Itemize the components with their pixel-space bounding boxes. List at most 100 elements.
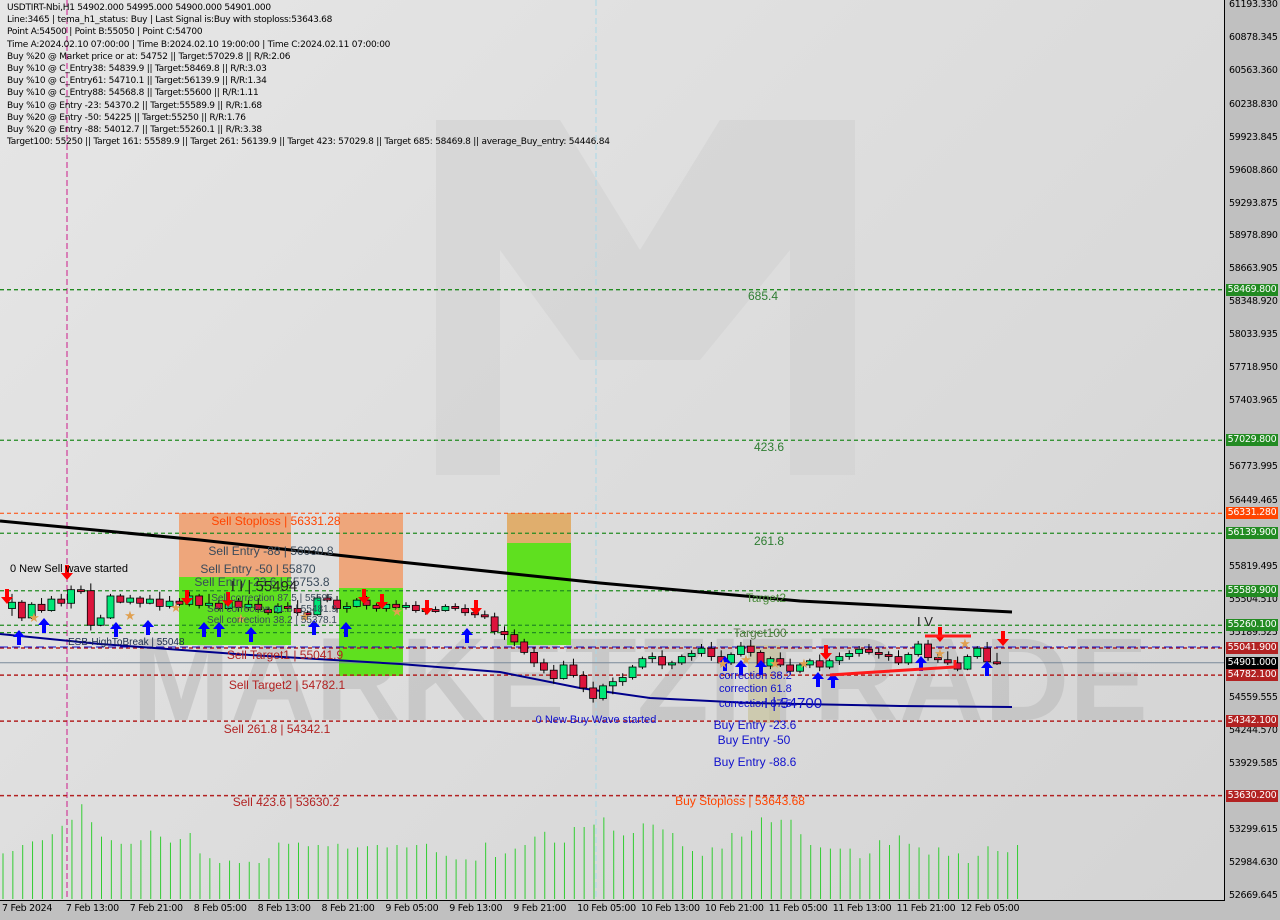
target2-label: Target2 [746,591,786,605]
info-line: Buy %20 @ Entry -88: 54012.7 || Target:5… [7,124,262,135]
candle-bear [894,656,903,664]
price-tag: 56139.900 [1226,527,1278,540]
candle-bull [96,617,105,626]
candle-bear [993,661,1001,665]
price-tick-label: 60238.830 [1229,98,1278,110]
candle-bull [47,598,56,611]
watermark-logo [436,120,855,475]
price-tag: 55589.900 [1226,584,1278,597]
candle-bear [195,595,204,606]
price-tick-label: 59923.845 [1229,131,1278,143]
price-tick-label: 58033.935 [1229,329,1278,341]
price-tick-label: 55819.495 [1229,560,1278,572]
star-icon: ★ [934,646,946,661]
buy-correction-618-label: correction 61.8 [719,683,792,695]
fib-label-261: 261.8 [754,534,784,548]
candle-bull [914,643,923,655]
time-tick-label: 9 Feb 05:00 [385,903,439,914]
sell-correction-875-label: Sell correction 87.5 | 55595 [211,593,333,604]
candle-bear [17,601,26,619]
sell-entry-88-label: Sell Entry -88 | 56030.8 [208,544,334,558]
candle-bear [136,597,144,604]
time-tick-label: 11 Feb 21:00 [896,903,956,914]
price-tag: 54342.100 [1226,715,1278,728]
buy-arrow-icon [110,622,122,637]
time-tick-label: 11 Feb 13:00 [832,903,892,914]
fib-label-423: 423.6 [754,440,784,454]
esb-label: ESB-HighToBreak | 55048 [68,637,185,648]
time-tick-label: 7 Feb 13:00 [65,903,119,914]
candle-bear [500,631,509,636]
time-axis[interactable]: 7 Feb 2024 7 Feb 13:00 7 Feb 21:00 8 Feb 05… [0,900,1224,920]
sell-zone-green [507,543,571,645]
price-tick-label: 60563.360 [1229,64,1278,76]
info-line: Target100: 55250 || Target 161: 55589.9 … [7,137,610,148]
new-buy-wave-label: 0 New Buy Wave started [536,714,657,726]
info-line: Buy %10 @ C_Entry38: 54839.9 || Target:5… [7,63,267,74]
candle-bull [648,656,657,660]
candle-bull [352,599,361,607]
star-icon: ★ [391,604,403,619]
info-line: Time A:2024.02.10 07:00:00 | Time B:2024… [7,39,391,50]
candle-bear [451,606,460,609]
price-tag: 58469.800 [1226,283,1278,296]
price-tag: 53630.200 [1226,789,1278,802]
sell-423-label: Sell 423.6 | 53630.2 [233,795,340,809]
info-panel: USDTIRT-Nbi,H1 54902.000 54995.000 54900… [7,2,610,148]
candle-bull [618,677,627,683]
candle-bull [342,606,351,609]
info-line: USDTIRT-Nbi,H1 54902.000 54995.000 54900… [7,3,271,13]
time-tick-label: 8 Feb 21:00 [321,903,375,914]
time-tick-label: 9 Feb 13:00 [449,903,503,914]
star-icon: ★ [170,600,182,615]
candle-bear [86,590,95,626]
buy-entry-23-label: Buy Entry -23.6 [714,718,797,732]
star-icon: ★ [124,608,136,623]
price-tag: 55260.100 [1226,619,1278,632]
time-tick-label: 12 Feb 05:00 [960,903,1020,914]
candle-bull [67,589,75,604]
candle-bull [145,598,154,604]
price-tick-label: 61193.330 [1229,0,1278,10]
price-tick-label: 53299.615 [1229,824,1278,836]
price-tick-label: 52984.630 [1229,857,1278,869]
candle-bull [963,656,972,670]
candle-bear [924,643,932,659]
candle-bull [904,654,913,664]
info-line: Buy %10 @ C_Entry61: 54710.1 || Target:5… [7,76,267,87]
sell-target2-label: Sell Target2 | 54782.1 [229,678,346,692]
price-axis[interactable]: 61193.330 60878.345 60563.360 60238.830 5992… [1225,0,1280,901]
candle-bull [8,601,16,609]
chart-area[interactable]: MARKETZITRADE ★ ★ ★ ★ ★ ★ ★ ★ ★ ★ ★ ★ 685.4 423.6 261… [0,0,1225,901]
price-tag: 54782.100 [1226,669,1278,682]
buy-point-label: I | 54700 [764,695,822,712]
candle-bull [668,662,676,666]
time-tick-label: 10 Feb 13:00 [641,903,700,914]
price-tick-label: 58348.920 [1229,296,1278,308]
price-tick-label: 57403.965 [1229,395,1278,407]
info-line: Buy %10 @ Entry -23: 54370.2 || Target:5… [7,100,262,111]
price-tag: 54901.000 [1226,656,1278,669]
candle-bear [431,609,440,612]
candle-bear [549,669,558,679]
candle-bear [510,634,519,643]
sell-target1-label: Sell Target1 | 55041.9 [227,648,344,662]
candle-bear [983,647,992,663]
sell-entry-50-label: Sell Entry -50 | 55870 [200,562,316,576]
candle-bull [608,681,617,687]
time-tick-label: 10 Feb 05:00 [577,903,636,914]
candle-bear [520,641,529,653]
candle-bull [628,666,637,678]
sell-zone-orange [339,513,403,591]
sell-arrow-icon [421,600,433,615]
wave-iv-label: I V [917,614,933,629]
price-tag: 55041.900 [1226,642,1278,655]
candle-bull [845,653,854,657]
candle-bear [569,664,578,676]
time-tick-label: 8 Feb 05:00 [193,903,247,914]
candle-bull [106,595,115,619]
volume-bars [2,804,1019,899]
candle-bull [599,685,607,699]
star-icon: ★ [798,656,810,671]
target100-label: Target100 [733,626,787,640]
